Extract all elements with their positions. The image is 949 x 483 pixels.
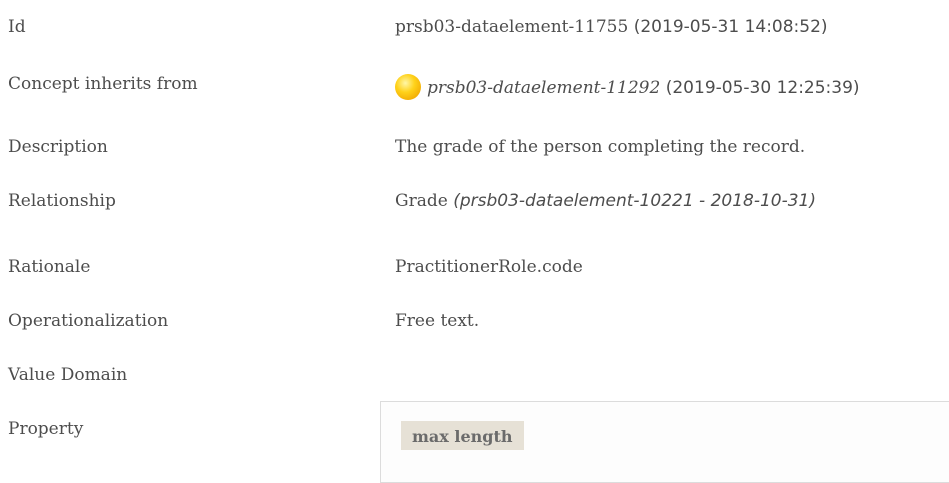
inherits-label: Concept inherits from	[8, 74, 198, 94]
relationship-ref-link[interactable]: (prsb03-dataelement-10221 - 2018-10-31)	[453, 191, 816, 211]
rationale-label: Rationale	[8, 257, 91, 277]
id-label: Id	[8, 17, 26, 37]
description-value: The grade of the person completing the r…	[395, 137, 806, 157]
property-label: Property	[8, 419, 84, 439]
id-value-line: prsb03-dataelement-11755 (2019-05-31 14:…	[395, 17, 828, 37]
rationale-value: PractitionerRole.code	[395, 257, 583, 277]
max-length-header: max length	[401, 421, 524, 450]
relationship-value-line: Grade (prsb03-dataelement-10221 - 2018-1…	[395, 191, 816, 211]
inherits-link[interactable]: prsb03-dataelement-11292	[427, 78, 660, 98]
status-orb-icon	[395, 74, 421, 100]
id-timestamp: (2019-05-31 14:08:52)	[633, 17, 828, 37]
relationship-label: Relationship	[8, 191, 116, 211]
value-domain-label: Value Domain	[8, 365, 128, 385]
relationship-value: Grade	[395, 191, 448, 211]
description-label: Description	[8, 137, 108, 157]
inherits-value-line: prsb03-dataelement-11292 (2019-05-30 12:…	[395, 74, 860, 100]
operationalization-label: Operationalization	[8, 311, 169, 331]
operationalization-value: Free text.	[395, 311, 480, 331]
id-value: prsb03-dataelement-11755	[395, 17, 629, 37]
property-panel: max length	[380, 401, 949, 483]
inherits-timestamp: (2019-05-30 12:25:39)	[665, 78, 860, 98]
